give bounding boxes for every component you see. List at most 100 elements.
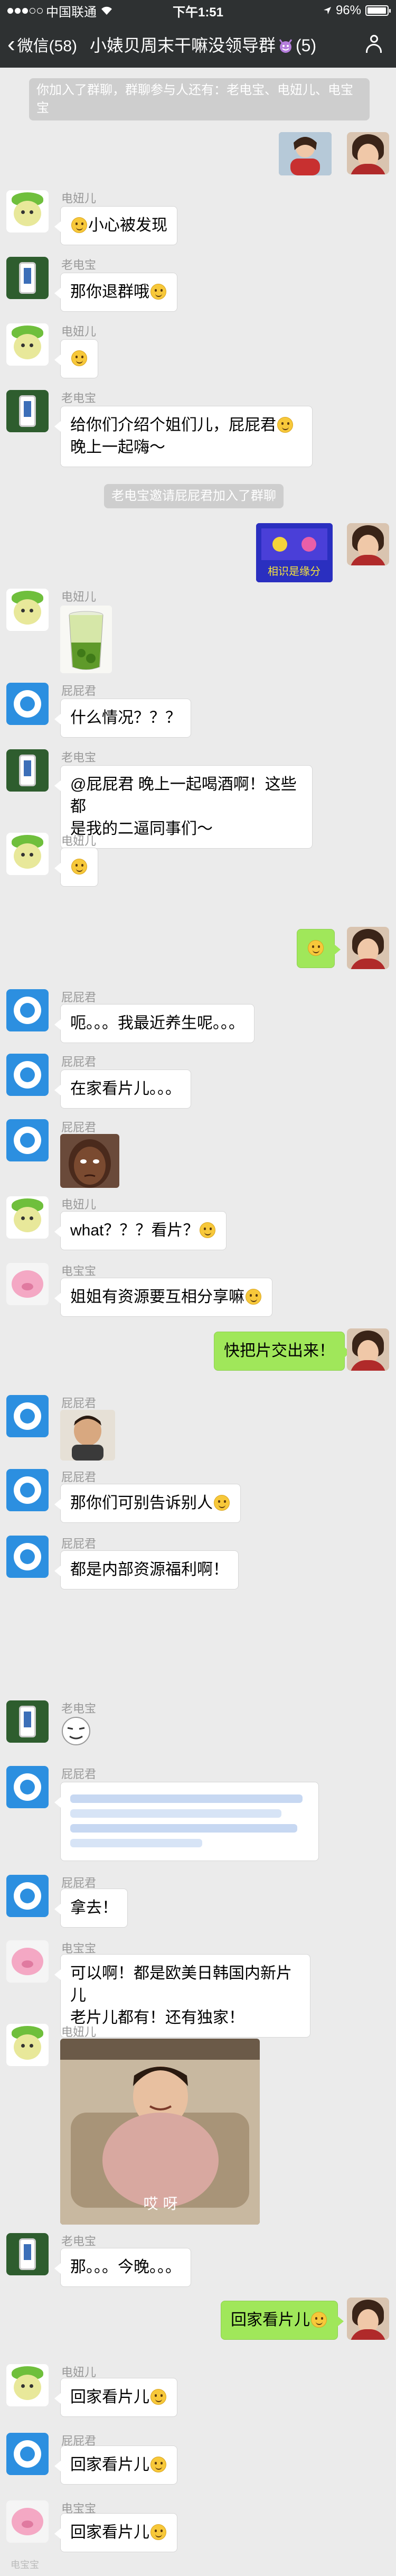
avatar-pipijun[interactable] <box>6 1875 49 1917</box>
group-info-button[interactable] <box>352 35 396 54</box>
avatar-dianniu[interactable] <box>6 323 49 366</box>
sender-name: 电妞儿 <box>61 2025 97 2039</box>
wink-emoji-icon <box>277 417 293 433</box>
message-text: 小心被发现 <box>88 217 167 234</box>
message-bubble[interactable]: 那。。。今晚。。。 <box>54 2248 191 2287</box>
message-text: 回家看片儿 <box>70 2456 149 2473</box>
avatar-pipijun[interactable] <box>6 1054 49 1096</box>
battery-fill <box>367 7 386 14</box>
avatar-me[interactable] <box>347 2298 389 2340</box>
received-image[interactable] <box>60 1134 119 1188</box>
blurred-link-card[interactable] <box>54 1782 319 1861</box>
avatar-pipijun[interactable] <box>6 989 49 1031</box>
sender-name: 屁屁君 <box>61 684 97 698</box>
sent-image[interactable] <box>279 132 332 175</box>
tea-glass-image <box>60 606 112 673</box>
avatar-dianbaobao[interactable] <box>6 2500 49 2543</box>
my-message-bubble[interactable] <box>297 929 341 968</box>
message-bubble[interactable]: 呃。。。我最近养生呢。。。 <box>54 1004 254 1043</box>
chat-title-text: 小婊贝周末干嘛没领导群 <box>90 36 276 55</box>
wifi-icon <box>101 6 112 15</box>
sender-name: 屁屁君 <box>61 1397 97 1410</box>
person-icon <box>363 35 384 54</box>
smile-emoji-icon <box>308 940 324 956</box>
my-message-bubble[interactable]: 快把片交出来！ <box>214 1332 351 1371</box>
watermark: 电宝宝 <box>11 2560 39 2570</box>
avatar-me[interactable] <box>347 1328 389 1371</box>
received-sticker[interactable] <box>60 1715 92 1747</box>
chat-area[interactable]: 你加入了群聊，群聊参与人还有：老电宝、电妞儿、电宝宝 电妞儿 小心被发现 老电宝… <box>0 68 396 2576</box>
avatar-pipijun[interactable] <box>6 2433 49 2475</box>
smile-emoji-icon <box>311 2312 327 2328</box>
avatar-dianbaobao[interactable] <box>6 1263 49 1305</box>
avatar-laodianbao[interactable] <box>6 1700 49 1743</box>
message-text: 拿去！ <box>70 1899 118 1917</box>
message-text: @屁屁君 晚上一起喝酒啊！这些都 <box>70 776 297 815</box>
avatar-laodianbao[interactable] <box>6 390 49 432</box>
message-bubble[interactable]: 那你退群哦 <box>54 273 177 312</box>
avatar-pipijun[interactable] <box>6 1536 49 1578</box>
sender-name: 老电宝 <box>61 2235 97 2248</box>
avatar-pipijun[interactable] <box>6 1766 49 1808</box>
message-bubble[interactable]: 回家看片儿 <box>54 2378 177 2417</box>
message-bubble[interactable]: 拿去！ <box>54 1889 128 1928</box>
status-time: 下午1:51 <box>172 5 224 20</box>
smile-emoji-icon <box>150 2457 166 2472</box>
message-bubble[interactable]: what？？？看片？ <box>54 1211 227 1250</box>
message-bubble[interactable] <box>54 339 98 378</box>
message-text: 那你退群哦 <box>70 283 149 301</box>
sender-name: 老电宝 <box>61 1702 97 1715</box>
avatar-dianniu[interactable] <box>6 2364 49 2406</box>
message-bubble[interactable]: 都是内部资源福利啊！ <box>54 1550 239 1589</box>
received-image[interactable] <box>60 1410 115 1461</box>
avatar-laodianbao[interactable] <box>6 2233 49 2275</box>
avatar-pipijun[interactable] <box>6 1469 49 1511</box>
message-bubble[interactable]: @屁屁君 晚上一起喝酒啊！这些都 是我的二逼同事们～ <box>54 765 313 849</box>
sender-name: 屁屁君 <box>61 1471 97 1484</box>
message-bubble[interactable]: 在家看片儿。。。 <box>54 1070 191 1109</box>
gif-caption: 哎 呀 <box>144 2195 178 2212</box>
system-message-join: 你加入了群聊，群聊参与人还有：老电宝、电妞儿、电宝宝 <box>29 78 370 120</box>
avatar-laodianbao[interactable] <box>6 749 49 792</box>
avatar-dianniu[interactable] <box>6 589 49 631</box>
my-message-bubble[interactable]: 回家看片儿 <box>221 2301 344 2340</box>
avatar-dianniu[interactable] <box>6 1196 49 1239</box>
sent-sticker[interactable]: 相识是缘分 <box>256 523 333 582</box>
received-image[interactable] <box>60 606 112 673</box>
sticker-caption: 相识是缘分 <box>268 565 320 578</box>
message-text: 回家看片儿 <box>70 2524 149 2541</box>
sender-name: 老电宝 <box>61 258 97 272</box>
message-bubble[interactable]: 回家看片儿 <box>54 2513 177 2552</box>
avatar-dianniu[interactable] <box>6 2024 49 2066</box>
message-text: 在家看片儿。。。 <box>70 1080 181 1098</box>
message-bubble[interactable]: 可以啊！都是欧美日韩国内新片儿 老片儿都有！还有独家！ <box>54 1954 310 2038</box>
sender-name: 屁屁君 <box>61 1768 97 1781</box>
avatar-dianniu[interactable] <box>6 190 49 233</box>
avatar-pipijun[interactable] <box>6 1395 49 1437</box>
avatar-me[interactable] <box>347 927 389 969</box>
message-bubble[interactable]: 什么情况？？？ <box>54 699 191 738</box>
back-button[interactable]: ‹ 微信(58) <box>0 33 90 56</box>
received-gif[interactable]: 哎 呀 <box>60 2039 260 2225</box>
avatar-me[interactable] <box>347 523 389 565</box>
message-text: 什么情况？？？ <box>70 709 181 727</box>
location-icon <box>323 7 331 14</box>
member-count: (5) <box>296 36 317 55</box>
photo-thumbnail <box>279 132 332 175</box>
battery-label: 96% <box>335 3 361 17</box>
avatar-pipijun[interactable] <box>6 683 49 725</box>
message-text: 晚上一起嗨～ <box>70 439 165 456</box>
message-bubble[interactable]: 那你们可别告诉别人 <box>54 1484 241 1523</box>
avatar-pipijun[interactable] <box>6 1119 49 1161</box>
message-bubble[interactable]: 小心被发现 <box>54 206 177 245</box>
message-bubble[interactable]: 姐姐有资源要互相分享嘛 <box>54 1278 272 1317</box>
avatar-laodianbao[interactable] <box>6 257 49 299</box>
signal-strength-icon <box>7 7 43 14</box>
avatar-dianbaobao[interactable] <box>6 1940 49 1983</box>
avatar-dianniu[interactable] <box>6 833 49 875</box>
message-bubble[interactable]: 给你们介绍个姐们儿，屁屁君晚上一起嗨～ <box>54 406 313 467</box>
message-bubble[interactable] <box>54 848 98 887</box>
message-bubble[interactable]: 回家看片儿 <box>54 2445 177 2485</box>
avatar-me[interactable] <box>347 132 389 174</box>
blurred-content-graphic <box>70 1794 303 1847</box>
